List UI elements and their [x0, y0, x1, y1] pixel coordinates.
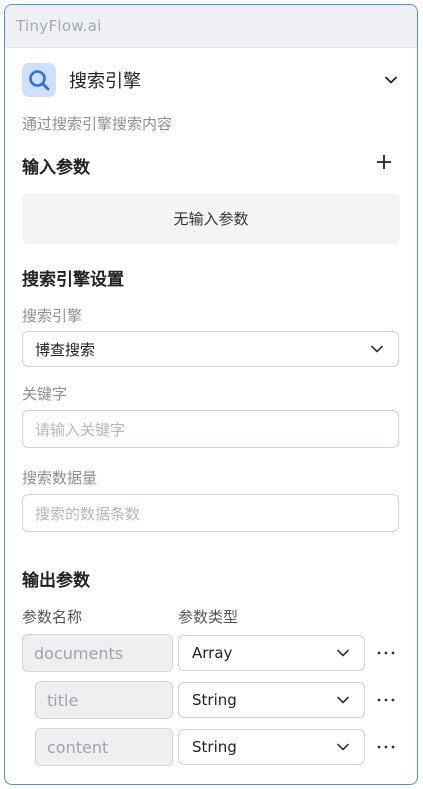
- param-type-select[interactable]: String: [178, 682, 365, 718]
- app-title: TinyFlow.ai: [5, 5, 417, 48]
- engine-label: 搜索引擎: [22, 307, 83, 325]
- keyword-placeholder: 请输入关键字: [35, 420, 126, 439]
- chevron-down-icon: [337, 743, 349, 751]
- chevron-down-icon: [337, 696, 349, 704]
- input-params-title: 输入参数: [22, 158, 90, 178]
- keyword-label: 关键字: [22, 385, 68, 403]
- more-options-icon[interactable]: [376, 643, 396, 663]
- keyword-input[interactable]: 请输入关键字: [22, 410, 399, 448]
- chevron-down-icon[interactable]: [381, 70, 401, 90]
- engine-settings-title: 搜索引擎设置: [22, 270, 124, 290]
- chevron-down-icon: [371, 345, 383, 353]
- param-name-field[interactable]: documents: [22, 634, 173, 672]
- node-description: 通过搜索引擎搜索内容: [22, 115, 173, 133]
- param-type-header: 参数类型: [178, 608, 239, 626]
- param-type-select[interactable]: String: [178, 729, 365, 765]
- no-input-params: 无输入参数: [22, 193, 400, 244]
- param-type-select[interactable]: Array: [178, 635, 365, 671]
- param-type-value: String: [192, 738, 237, 756]
- param-name-header: 参数名称: [22, 608, 83, 626]
- more-options-icon[interactable]: [376, 690, 396, 710]
- param-type-value: String: [192, 691, 237, 709]
- more-options-icon[interactable]: [376, 737, 396, 757]
- add-input-param-button[interactable]: [375, 153, 393, 171]
- search-engine-node-panel: TinyFlow.ai 搜索引擎 通过搜索引擎搜索内容 输入参数 无输入参数 搜…: [4, 4, 418, 785]
- count-input[interactable]: 搜索的数据条数: [22, 494, 399, 532]
- param-type-value: Array: [192, 644, 233, 662]
- count-label: 搜索数据量: [22, 469, 98, 487]
- param-name-field[interactable]: content: [35, 728, 173, 766]
- engine-select[interactable]: 博查搜索: [22, 331, 399, 367]
- chevron-down-icon: [337, 649, 349, 657]
- output-params-title: 输出参数: [22, 571, 90, 591]
- count-placeholder: 搜索的数据条数: [35, 504, 141, 523]
- node-title: 搜索引擎: [69, 71, 141, 92]
- engine-select-value: 博查搜索: [35, 340, 96, 359]
- search-icon: [22, 63, 56, 97]
- param-name-field[interactable]: title: [35, 681, 173, 719]
- node-header: 搜索引擎: [22, 62, 401, 98]
